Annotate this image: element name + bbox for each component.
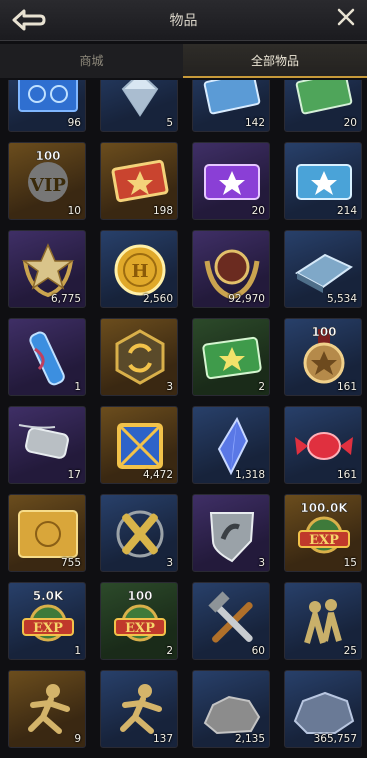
item-cell[interactable]: 5.0K EXP 1 xyxy=(8,582,86,660)
item-badge-text: VIP xyxy=(29,175,66,196)
item-badge-text: EXP xyxy=(309,533,339,548)
item-cell[interactable]: 755 xyxy=(8,494,86,572)
item-quantity: 10 xyxy=(67,205,81,217)
item-tier-label: 100 xyxy=(35,149,60,163)
item-cell[interactable]: 92,970 xyxy=(192,230,270,308)
tab-shop[interactable]: 商城 xyxy=(0,44,183,78)
item-quantity: 5 xyxy=(166,117,173,129)
item-quantity: 92,970 xyxy=(228,293,265,305)
item-cell[interactable]: 2 xyxy=(192,318,270,396)
item-quantity: 1,318 xyxy=(234,469,265,481)
item-cell[interactable]: 161 xyxy=(284,406,362,484)
tab-all-items[interactable]: 全部物品 xyxy=(183,44,367,78)
item-tier-label: 100 xyxy=(311,325,336,339)
item-cell[interactable]: 3 xyxy=(100,494,178,572)
item-quantity: 5,534 xyxy=(326,293,357,305)
item-quantity: 2 xyxy=(166,645,173,657)
item-quantity: 20 xyxy=(343,117,357,129)
item-cell[interactable]: 5 xyxy=(100,80,178,132)
item-cell[interactable]: 1 xyxy=(8,318,86,396)
item-quantity: 3 xyxy=(166,557,173,569)
item-cell[interactable]: 100.0K EXP 15 xyxy=(284,494,362,572)
item-quantity: 214 xyxy=(336,205,357,217)
item-quantity: 137 xyxy=(152,733,173,745)
close-icon[interactable] xyxy=(335,6,357,28)
item-quantity: 20 xyxy=(251,205,265,217)
item-quantity: 9 xyxy=(74,733,81,745)
item-quantity: 6,775 xyxy=(50,293,81,305)
item-cell[interactable]: 137 xyxy=(100,670,178,748)
item-quantity: 15 xyxy=(343,557,357,569)
item-cell[interactable]: 60 xyxy=(192,582,270,660)
item-quantity: 142 xyxy=(244,117,265,129)
item-cell[interactable]: 100 VIP 10 xyxy=(8,142,86,220)
item-quantity: 198 xyxy=(152,205,173,217)
item-quantity: 96 xyxy=(67,117,81,129)
item-quantity: 365,757 xyxy=(313,733,357,745)
item-badge-text: EXP xyxy=(33,621,63,636)
item-quantity: 3 xyxy=(258,557,265,569)
item-tier-label: 5.0K xyxy=(33,589,64,603)
item-quantity: 3 xyxy=(166,381,173,393)
item-cell[interactable]: 4,472 xyxy=(100,406,178,484)
item-badge-text: EXP xyxy=(125,621,155,636)
item-cell[interactable]: 20 xyxy=(284,80,362,132)
item-cell[interactable]: 9 xyxy=(8,670,86,748)
item-quantity: 2,560 xyxy=(142,293,173,305)
item-quantity: 1 xyxy=(74,645,81,657)
item-cell[interactable]: 96 xyxy=(8,80,86,132)
item-cell[interactable]: 214 xyxy=(284,142,362,220)
item-cell[interactable]: H 2,560 xyxy=(100,230,178,308)
item-cell[interactable]: 5,534 xyxy=(284,230,362,308)
item-tier-label: 100 xyxy=(127,589,152,603)
item-badge-text: H xyxy=(131,261,148,282)
item-quantity: 755 xyxy=(60,557,81,569)
item-cell[interactable]: 1,318 xyxy=(192,406,270,484)
item-quantity: 60 xyxy=(251,645,265,657)
item-cell[interactable]: 20 xyxy=(192,142,270,220)
page-title: 物品 xyxy=(169,13,198,29)
item-quantity: 161 xyxy=(336,381,357,393)
item-quantity: 2 xyxy=(258,381,265,393)
item-quantity: 1 xyxy=(74,381,81,393)
item-quantity: 161 xyxy=(336,469,357,481)
item-grid: 96 5 142 20 100 VIP 10 198 20 214 6,775 H 2,560 92,97… xyxy=(0,80,367,758)
item-quantity: 25 xyxy=(343,645,357,657)
header-bar: 物品 xyxy=(0,0,367,41)
item-cell[interactable]: 142 xyxy=(192,80,270,132)
tab-bar: 商城 全部物品 xyxy=(0,44,367,78)
item-cell[interactable]: 100 EXP 2 xyxy=(100,582,178,660)
item-cell[interactable]: 198 xyxy=(100,142,178,220)
item-tier-label: 100.0K xyxy=(300,501,348,515)
item-cell[interactable]: 365,757 xyxy=(284,670,362,748)
item-cell[interactable]: 3 xyxy=(100,318,178,396)
item-cell[interactable]: 17 xyxy=(8,406,86,484)
item-cell[interactable]: 2,135 xyxy=(192,670,270,748)
item-quantity: 4,472 xyxy=(142,469,173,481)
item-quantity: 17 xyxy=(67,469,81,481)
item-cell[interactable]: 3 xyxy=(192,494,270,572)
item-quantity: 2,135 xyxy=(234,733,265,745)
item-cell[interactable]: 100 161 xyxy=(284,318,362,396)
item-cell[interactable]: 6,775 xyxy=(8,230,86,308)
item-cell[interactable]: 25 xyxy=(284,582,362,660)
